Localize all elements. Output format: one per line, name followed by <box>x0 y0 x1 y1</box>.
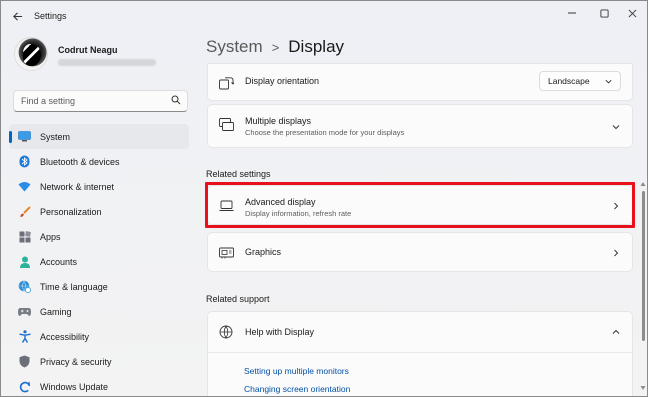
scroll-down-arrow-icon[interactable] <box>640 385 646 391</box>
sidebar-item-label: Gaming <box>40 306 72 317</box>
close-icon <box>628 9 636 17</box>
back-button[interactable] <box>9 8 25 24</box>
sidebar-item-label: Accessibility <box>40 331 90 342</box>
sidebar-item-label: Privacy & security <box>40 356 112 367</box>
sidebar-item-label: Accounts <box>40 256 78 267</box>
sidebar-item-gaming[interactable]: Gaming <box>9 299 189 324</box>
back-arrow-icon <box>12 11 22 21</box>
laptop-icon <box>218 198 234 214</box>
chevron-right-icon <box>614 249 619 257</box>
maximize-icon <box>599 8 609 18</box>
sidebar-item-label: Bluetooth & devices <box>40 156 120 167</box>
search-icon <box>171 95 181 105</box>
display-orientation-icon <box>218 75 234 91</box>
help-globe-icon <box>218 324 234 340</box>
help-title: Help with Display <box>245 327 315 337</box>
update-icon <box>18 380 31 393</box>
avatar <box>14 37 48 71</box>
graphics-title: Graphics <box>245 247 282 257</box>
sidebar-item-label: Windows Update <box>40 381 109 392</box>
settings-window: Settings Codrut Neagu System <box>0 0 648 397</box>
person-icon <box>18 255 31 268</box>
sidebar-nav: System Bluetooth & devices Network & int… <box>9 124 189 396</box>
sidebar-item-label: Network & internet <box>40 181 115 192</box>
sidebar-item-bluetooth[interactable]: Bluetooth & devices <box>9 149 189 174</box>
sidebar-item-windows-update[interactable]: Windows Update <box>9 374 189 396</box>
sidebar-item-personalization[interactable]: Personalization <box>9 199 189 224</box>
multiple-displays-subtitle: Choose the presentation mode for your di… <box>245 128 405 137</box>
gamepad-icon <box>18 305 31 318</box>
help-card-header[interactable]: Help with Display <box>208 312 632 353</box>
sidebar-item-privacy-security[interactable]: Privacy & security <box>9 349 189 374</box>
sidebar-item-label: Apps <box>40 231 61 242</box>
sidebar-item-label: System <box>40 131 71 142</box>
sidebar-item-time-language[interactable]: Time & language <box>9 274 189 299</box>
profile-name: Codrut Neagu <box>58 45 118 55</box>
multiple-displays-icon <box>218 117 234 133</box>
graphics-card-icon <box>218 245 234 261</box>
sidebar-item-label: Time & language <box>40 281 108 292</box>
sidebar-item-apps[interactable]: Apps <box>9 224 189 249</box>
maximize-button[interactable] <box>589 5 619 21</box>
minimize-button[interactable] <box>557 5 587 21</box>
apps-icon <box>18 230 31 243</box>
multiple-displays-title: Multiple displays <box>245 116 312 126</box>
title-bar: Settings <box>1 1 647 31</box>
close-button[interactable] <box>617 5 647 21</box>
scrollbar-thumb[interactable] <box>642 191 645 341</box>
chevron-down-icon <box>605 79 612 84</box>
help-link-multiple-monitors[interactable]: Setting up multiple monitors <box>244 366 349 376</box>
breadcrumb-separator: > <box>271 39 280 55</box>
multiple-displays-card[interactable]: Multiple displays Choose the presentatio… <box>207 104 633 148</box>
help-link-screen-orientation[interactable]: Changing screen orientation <box>244 384 350 394</box>
advanced-display-subtitle: Display information, refresh rate <box>245 209 352 218</box>
advanced-display-card[interactable]: Advanced display Display information, re… <box>207 185 633 225</box>
wifi-icon <box>18 180 31 193</box>
breadcrumb-parent[interactable]: System <box>206 37 263 57</box>
page-title: Display <box>288 37 345 56</box>
sidebar-item-accounts[interactable]: Accounts <box>9 249 189 274</box>
chevron-right-icon <box>614 202 619 210</box>
graphics-card[interactable]: Graphics <box>207 232 633 272</box>
minimize-icon <box>568 12 576 14</box>
sidebar-item-system[interactable]: System <box>9 124 189 149</box>
bluetooth-icon <box>18 155 31 168</box>
breadcrumb: System > Display <box>206 37 344 57</box>
sidebar-item-network[interactable]: Network & internet <box>9 174 189 199</box>
orientation-dropdown[interactable]: Landscape <box>539 71 621 91</box>
display-orientation-title: Display orientation <box>245 76 320 86</box>
shield-icon <box>18 355 31 368</box>
sidebar-item-accessibility[interactable]: Accessibility <box>9 324 189 349</box>
search-box[interactable] <box>13 90 188 112</box>
chevron-down-icon <box>612 125 620 130</box>
brush-icon <box>18 205 31 218</box>
chevron-up-icon <box>612 329 620 334</box>
related-support-heading: Related support <box>206 294 270 304</box>
globe-clock-icon <box>18 280 31 293</box>
display-orientation-card: Display orientation Landscape <box>207 63 633 101</box>
app-title: Settings <box>34 11 67 21</box>
orientation-value: Landscape <box>548 76 590 86</box>
advanced-display-title: Advanced display <box>245 197 316 207</box>
system-icon <box>18 130 31 143</box>
accessibility-icon <box>18 330 31 343</box>
scroll-up-arrow-icon[interactable] <box>640 181 646 187</box>
profile-email-redacted <box>58 59 156 66</box>
sidebar-item-label: Personalization <box>40 206 102 217</box>
related-settings-heading: Related settings <box>206 169 271 179</box>
search-input[interactable] <box>21 96 161 106</box>
